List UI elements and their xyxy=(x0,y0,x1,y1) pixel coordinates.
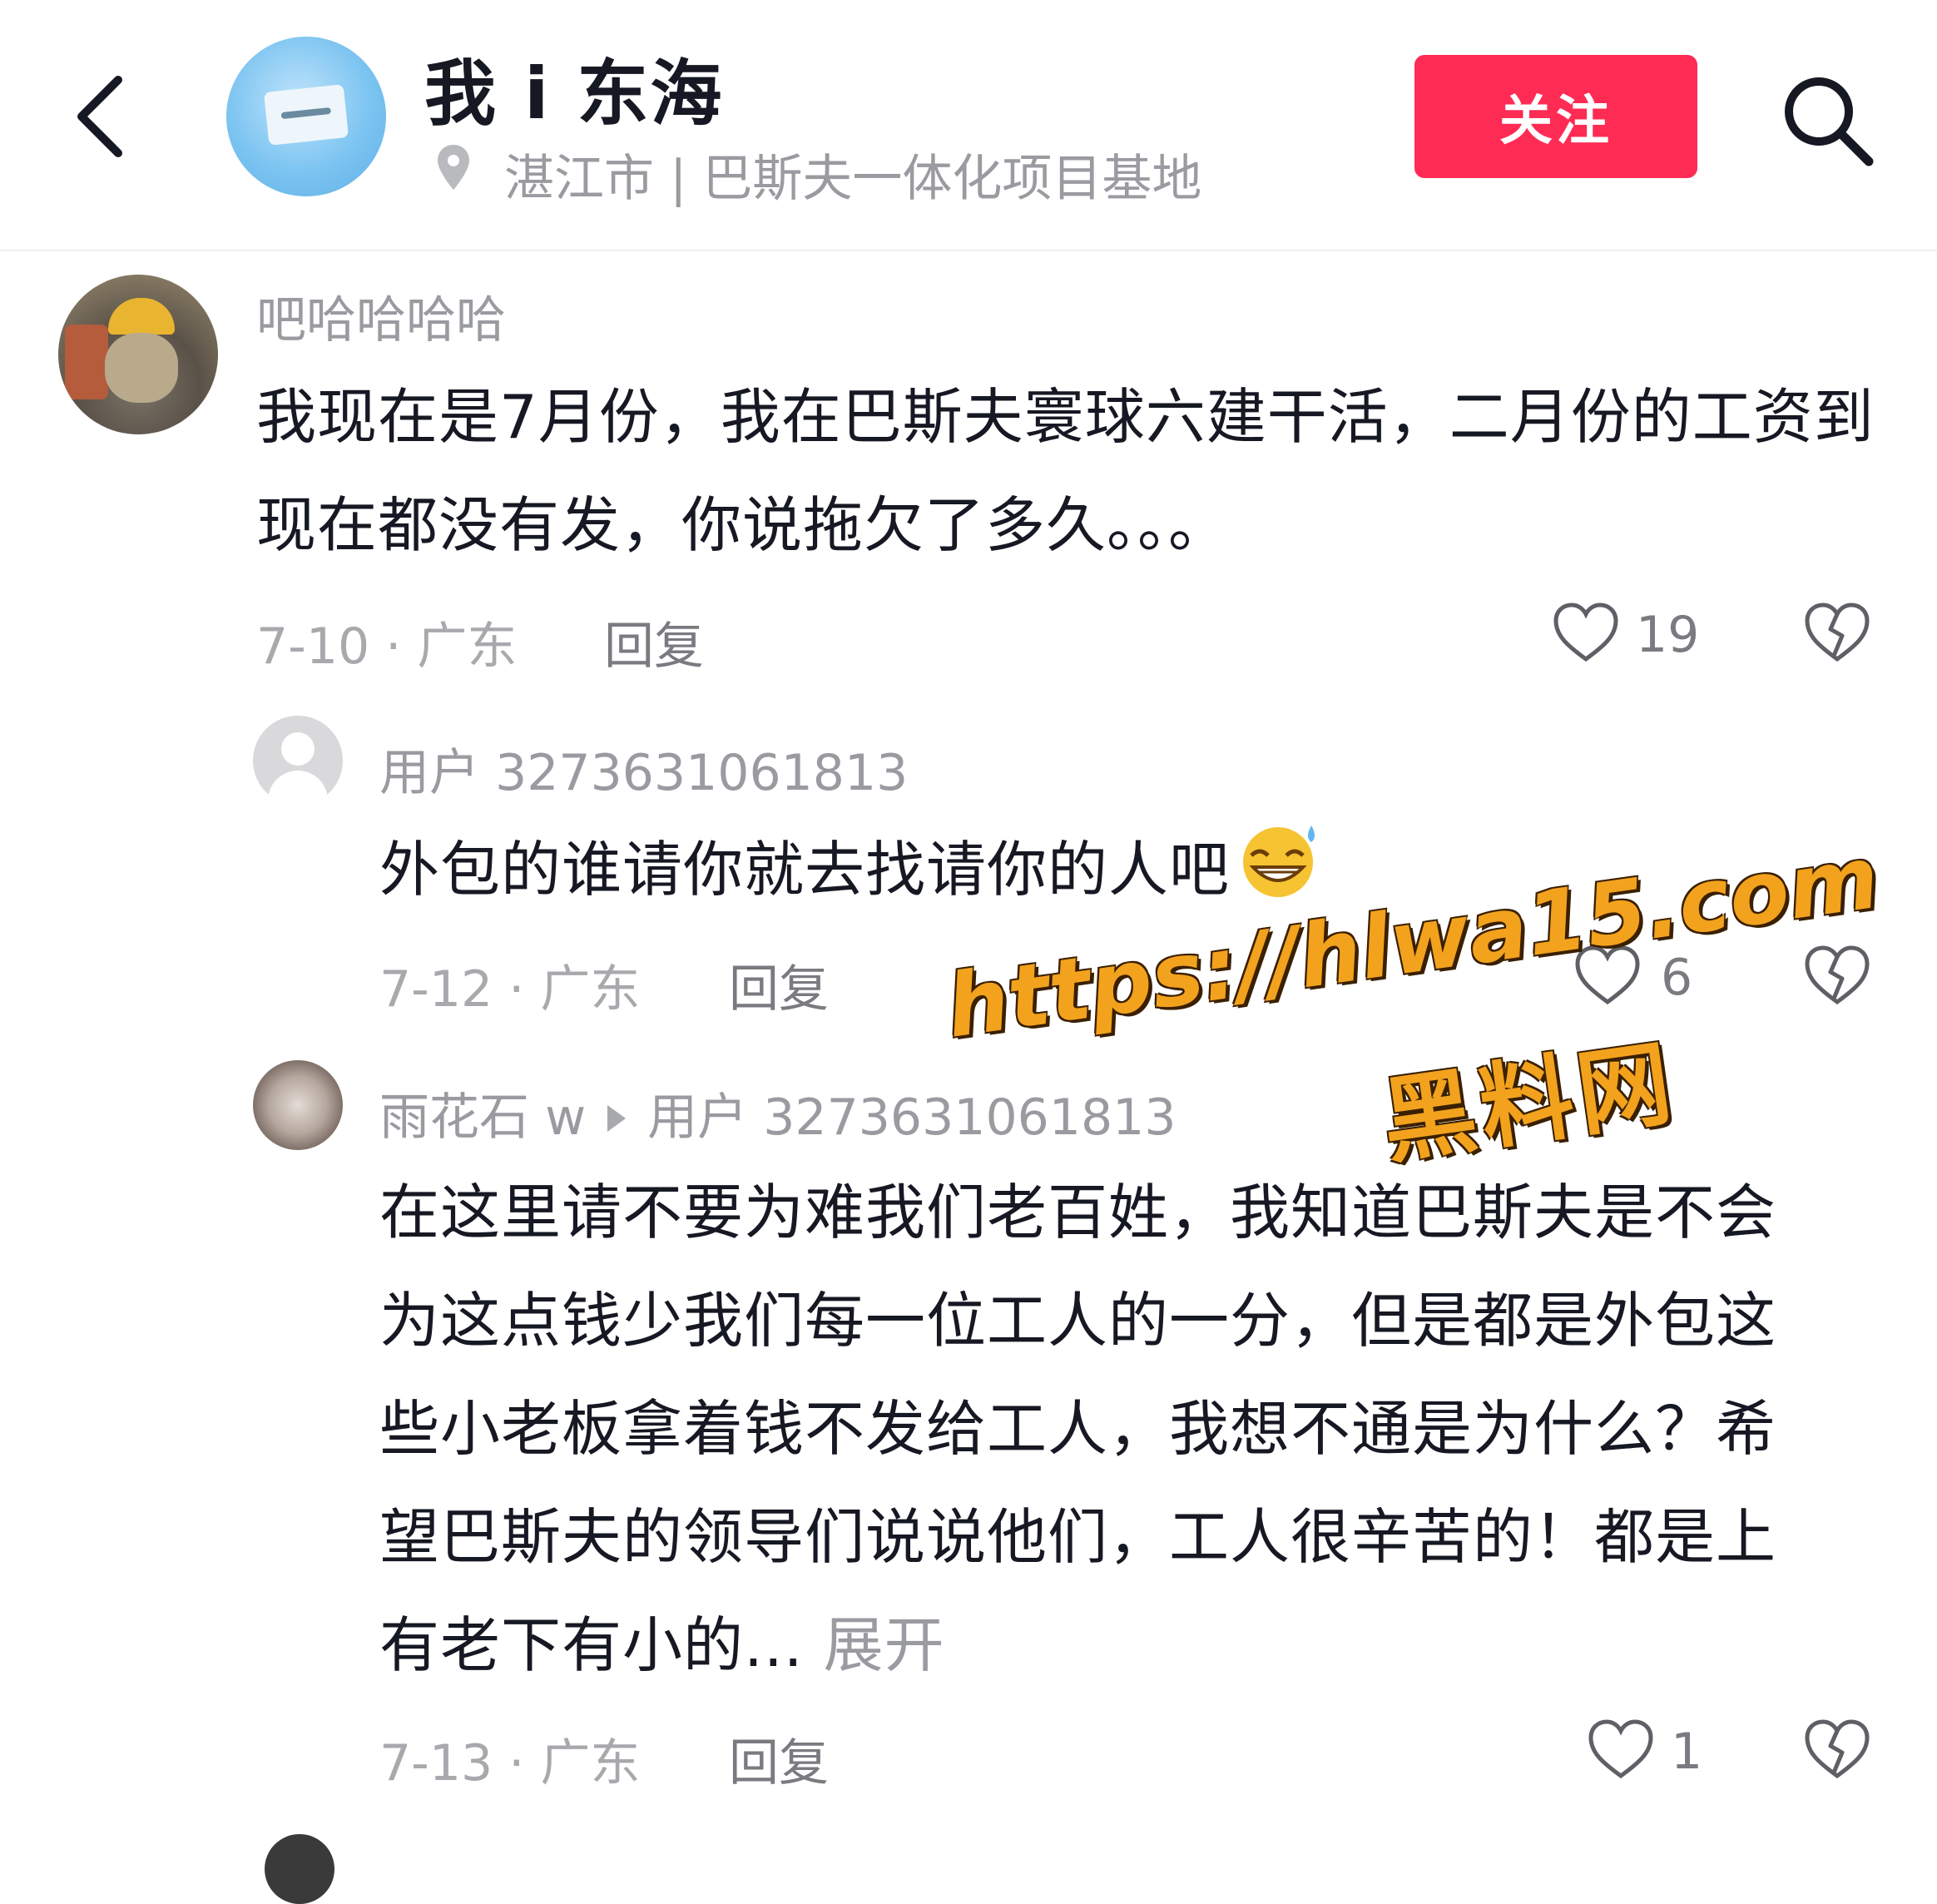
commenter-avatar[interactable] xyxy=(58,275,218,434)
reply-to-arrow-icon xyxy=(607,1105,627,1133)
next-commenter-avatar[interactable] xyxy=(265,1834,334,1904)
reply-to-username[interactable]: 用户 3273631061813 xyxy=(647,1088,1176,1147)
comment-text: 我现在是7月份，我在巴斯夫寰球六建干活，二月份的工资到现在都没有发，你说拖欠了多… xyxy=(256,382,1875,560)
watermark-site-name: 黑料网 xyxy=(1375,1029,1683,1178)
dislike-broken-heart-icon[interactable] xyxy=(1802,1718,1872,1781)
like-count: 19 xyxy=(1636,606,1700,664)
account-avatar[interactable] xyxy=(226,37,386,196)
reply-button[interactable]: 回复 xyxy=(729,949,829,1021)
reply-button[interactable]: 回复 xyxy=(604,606,704,678)
reply-username[interactable]: 用户 3273631061813 xyxy=(379,732,908,805)
default-user-avatar[interactable] xyxy=(253,716,343,806)
top-bar: 我 i 东海 湛江市 | 巴斯夫一体化项目基地 关注 xyxy=(0,0,1937,251)
reply-comment-text: 外包的谁请你就去找请你的人吧 xyxy=(379,816,1326,924)
back-arrow-icon[interactable] xyxy=(67,67,141,166)
reply-text: 外包的谁请你就去找请你的人吧 xyxy=(379,835,1231,905)
reply-username[interactable]: 雨花石 w xyxy=(379,1088,586,1147)
like-heart-icon[interactable] xyxy=(1551,601,1621,664)
commenter-username[interactable]: 吧哈哈哈哈 xyxy=(256,280,506,352)
account-name[interactable]: 我 i 东海 xyxy=(424,35,723,139)
search-icon[interactable] xyxy=(1777,70,1877,170)
dislike-broken-heart-icon[interactable] xyxy=(1802,944,1872,1007)
reply-username-line: 雨花石 w 用户 3273631061813 xyxy=(379,1077,1177,1149)
reply-text: 在这里请不要为难我们老百姓，我知道巴斯夫是不会为这点钱少我们每一位工人的一分，但… xyxy=(379,1178,1777,1680)
follow-button[interactable]: 关注 xyxy=(1414,55,1697,178)
location-label[interactable]: 湛江市 | 巴斯夫一体化项目基地 xyxy=(504,138,1201,211)
expand-link[interactable]: 展开 xyxy=(824,1610,945,1680)
sweat-grin-emoji-icon xyxy=(1243,826,1315,897)
dislike-broken-heart-icon[interactable] xyxy=(1802,601,1872,664)
like-heart-icon[interactable] xyxy=(1586,1718,1656,1781)
reply-date-location: 7-12 · 广东 xyxy=(379,960,641,1019)
comment-date-location: 7-10 · 广东 xyxy=(256,617,518,676)
commenter-avatar[interactable] xyxy=(253,1060,343,1150)
reply-comment-text: 在这里请不要为难我们老百姓，我知道巴斯夫是不会为这点钱少我们每一位工人的一分，但… xyxy=(379,1158,1827,1699)
location-pin-icon xyxy=(438,145,469,190)
reply-button[interactable]: 回复 xyxy=(729,1723,829,1795)
reply-date-location: 7-13 · 广东 xyxy=(379,1734,641,1792)
like-count: 1 xyxy=(1671,1723,1703,1781)
